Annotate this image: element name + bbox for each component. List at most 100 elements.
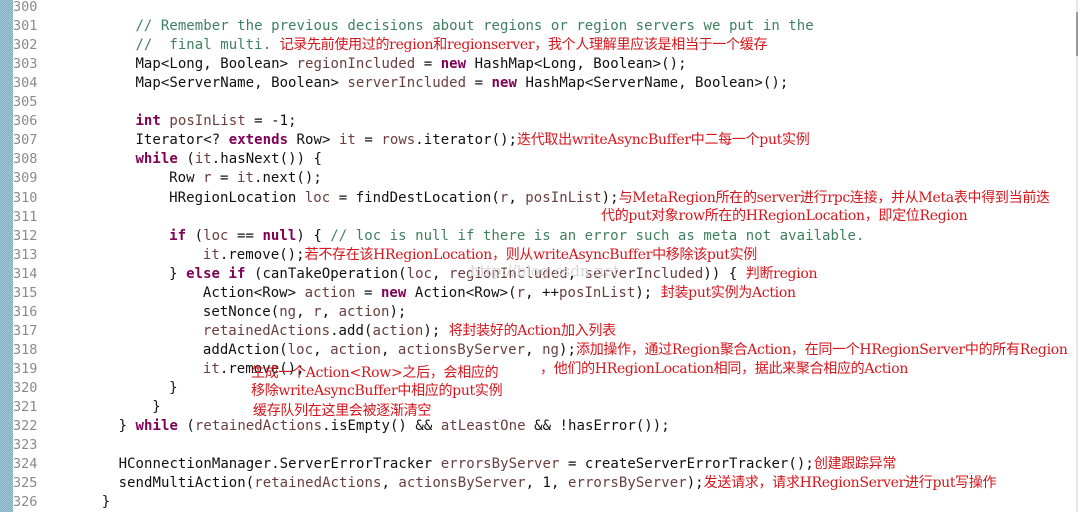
- code-line[interactable]: 322} while (retainedActions.isEmpty() &&…: [13, 417, 1073, 436]
- code-variable: posInList: [169, 113, 246, 130]
- line-number: 323: [13, 437, 38, 454]
- annotation-text: 创建跟踪异常: [813, 456, 897, 473]
- code-text: if (loc == null) { // loc is null if the…: [169, 227, 864, 246]
- code-token: Map<ServerName, Boolean>: [135, 75, 348, 92]
- code-variable: rows: [381, 132, 416, 149]
- annotation-text: 若不存在该HRegionLocation，则从writeAsyncBuffer中…: [304, 246, 758, 263]
- annotation-line-319-third: 缓存队列在这里会被逐渐清空: [253, 403, 432, 419]
- line-number: 305: [13, 94, 38, 111]
- code-token: Iterator<?: [135, 132, 229, 149]
- code-variable: actionsByServer: [398, 475, 526, 492]
- code-token: =: [415, 56, 441, 73]
- code-variable: action: [304, 284, 356, 301]
- code-comment: // final multi.: [135, 37, 280, 54]
- code-token: Map<Long, Boolean>: [135, 56, 297, 73]
- line-number: 301: [13, 18, 38, 35]
- code-token: ,: [296, 303, 314, 320]
- code-line[interactable]: 321}: [13, 398, 1073, 417]
- code-token: (: [186, 227, 204, 244]
- code-line[interactable]: 312 if (loc == null) { // loc is null if …: [13, 227, 1073, 246]
- code-variable: r: [313, 303, 322, 320]
- code-token: ,: [432, 265, 449, 282]
- code-text: setNonce(ng, r, action);: [203, 303, 407, 322]
- code-text: Row r = it.next();: [169, 169, 322, 188]
- code-token: =: [355, 284, 381, 301]
- code-line[interactable]: 300: [13, 0, 1073, 17]
- code-text: int posInList = -1;: [135, 112, 296, 131]
- annotation-text: 迭代取出writeAsyncBuffer中二每一个put实例: [517, 132, 810, 149]
- code-keyword: new: [380, 284, 407, 301]
- code-line[interactable]: 301 // Remember the previous decisions ab…: [13, 17, 1073, 36]
- line-number: 320: [13, 380, 38, 396]
- code-text: retainedActions.add(action); 将封装好的Action…: [203, 322, 616, 341]
- code-token: }: [118, 418, 136, 435]
- code-token: )) {: [703, 265, 746, 282]
- line-number: 314: [13, 265, 38, 282]
- code-text: HConnectionManager.ServerErrorTracker er…: [119, 455, 897, 474]
- code-line[interactable]: 310 HRegionLocation loc = findDestLocatio…: [13, 189, 1073, 208]
- code-variable: posInList: [559, 284, 636, 301]
- overview-ruler-thumb[interactable]: [1076, 12, 1078, 56]
- code-line[interactable]: 318 addAction(loc, action, actionsByServe…: [13, 341, 1073, 360]
- code-token: }: [169, 380, 178, 396]
- code-variable: r: [516, 284, 526, 301]
- code-variable: serverIncluded: [347, 75, 467, 92]
- code-token: .hasNext()) {: [211, 151, 323, 168]
- code-line[interactable]: 304 Map<ServerName, Boolean> serverInclud…: [13, 74, 1073, 93]
- code-text: Map<Long, Boolean> regionIncluded = new …: [135, 55, 686, 74]
- code-line[interactable]: 323: [13, 436, 1073, 455]
- code-line[interactable]: 303 Map<Long, Boolean> regionIncluded = n…: [13, 55, 1073, 74]
- code-line[interactable]: 302 // final multi. 记录先前使用过的region和region…: [13, 36, 1073, 55]
- code-token: HRegionLocation: [169, 189, 305, 206]
- code-line[interactable]: 324 HConnectionManager.ServerErrorTracker…: [13, 455, 1073, 474]
- code-token: .iterator();: [415, 132, 518, 149]
- code-variable: regionIncluded: [296, 56, 416, 73]
- code-token: ,: [321, 303, 339, 320]
- code-token: =: [466, 75, 492, 92]
- line-number: 317: [13, 322, 38, 339]
- code-line[interactable]: 315 Action<Row> action = new Action<Row>(…: [13, 284, 1073, 303]
- line-number: 319: [13, 360, 38, 377]
- code-variable: action: [338, 303, 390, 320]
- code-token: ,: [313, 341, 331, 358]
- line-number: 326: [13, 494, 38, 511]
- code-variable: action: [330, 341, 381, 358]
- code-token: (canTakeOperation(: [245, 265, 407, 282]
- code-token: = createServerErrorTracker();: [559, 456, 814, 473]
- code-line[interactable]: 308 while (it.hasNext()) {: [13, 150, 1073, 169]
- code-token: Row: [169, 170, 204, 187]
- code-line[interactable]: 326}: [13, 493, 1073, 512]
- line-number: 316: [13, 303, 38, 320]
- code-token: );: [389, 303, 407, 320]
- line-number: 315: [13, 284, 38, 301]
- annotation-line-318-continued: ，他们的HRegionLocation相同，据此来聚合相应的Action: [540, 361, 909, 377]
- code-keyword: else if: [186, 265, 246, 282]
- line-number: 308: [13, 151, 38, 168]
- code-line[interactable]: 306 int posInList = -1;: [13, 112, 1073, 131]
- code-token: (: [177, 418, 195, 435]
- code-line[interactable]: 320}: [13, 379, 1073, 398]
- code-line[interactable]: 309 Row r = it.next();: [13, 169, 1073, 188]
- line-number: 303: [13, 56, 38, 73]
- code-keyword: extends: [228, 132, 289, 149]
- code-text: }: [152, 398, 160, 417]
- code-variable: it: [338, 132, 356, 149]
- code-line[interactable]: 305: [13, 93, 1073, 112]
- code-token: =: [355, 132, 382, 149]
- code-comment: // Remember the previous decisions about…: [135, 18, 814, 35]
- code-variable: errorsByServer: [568, 475, 687, 492]
- code-line[interactable]: 316 setNonce(ng, r, action);: [13, 303, 1073, 322]
- annotation-text: 封装put实例为Action: [660, 284, 796, 301]
- code-line[interactable]: 307 Iterator<? extends Row> it = rows.ite…: [13, 131, 1073, 150]
- annotation-text: 发送请求，请求HRegionServer进行put写操作: [703, 475, 997, 492]
- code-token: ,: [508, 189, 526, 206]
- code-token: =: [211, 170, 237, 187]
- line-number: 307: [13, 132, 38, 149]
- code-line[interactable]: 325 sendMultiAction(retainedActions, acti…: [13, 474, 1073, 493]
- code-variable: r: [203, 170, 212, 187]
- line-number: 322: [13, 418, 38, 435]
- overview-ruler[interactable]: [1076, 0, 1078, 512]
- code-text: Action<Row> action = new Action<Row>(r, …: [203, 284, 796, 303]
- change-ruler: [0, 0, 13, 512]
- code-line[interactable]: 317 retainedActions.add(action); 将封装好的Act…: [13, 322, 1073, 341]
